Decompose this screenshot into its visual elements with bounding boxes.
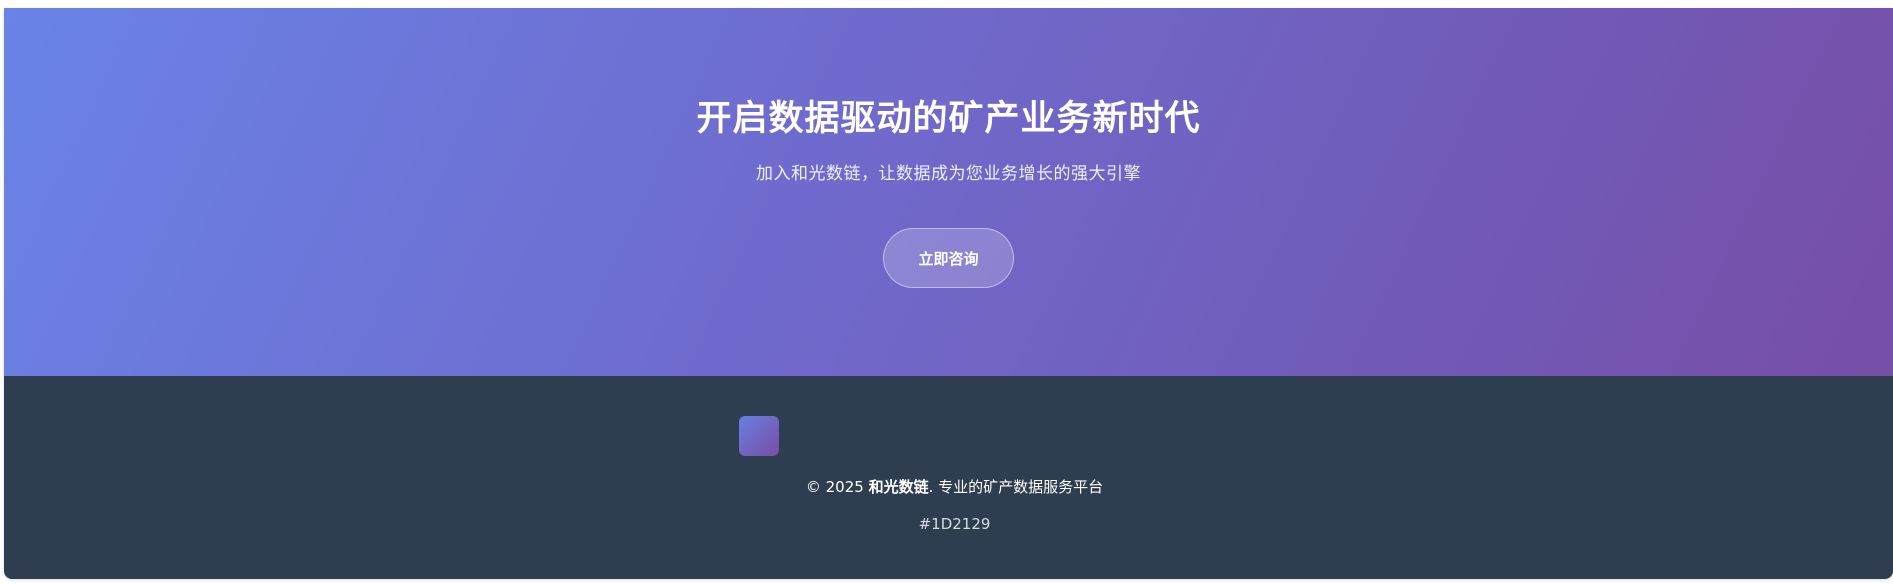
consult-now-button[interactable]: 立即咨询 xyxy=(883,228,1014,288)
copyright-suffix: . 专业的矿产数据服务平台 xyxy=(928,478,1104,496)
cta-hero-section: 开启数据驱动的矿产业务新时代 加入和光数链，让数据成为您业务增长的强大引擎 立即… xyxy=(4,8,1893,376)
hero-title: 开启数据驱动的矿产业务新时代 xyxy=(696,99,1201,139)
copyright-prefix: © 2025 xyxy=(805,478,869,496)
footer-brand-name: 和光数链 xyxy=(868,478,929,496)
footer-color-code: #1D2129 xyxy=(918,515,991,533)
copyright-text: © 2025 和光数链. 专业的矿产数据服务平台 xyxy=(4,477,1893,497)
hero-subtitle: 加入和光数链，让数据成为您业务增长的强大引擎 xyxy=(756,164,1141,184)
site-footer: © 2025 和光数链. 专业的矿产数据服务平台 #1D2129 xyxy=(4,376,1893,579)
footer-logo-icon xyxy=(739,416,779,456)
page-container: 开启数据驱动的矿产业务新时代 加入和光数链，让数据成为您业务增长的强大引擎 立即… xyxy=(4,8,1893,579)
